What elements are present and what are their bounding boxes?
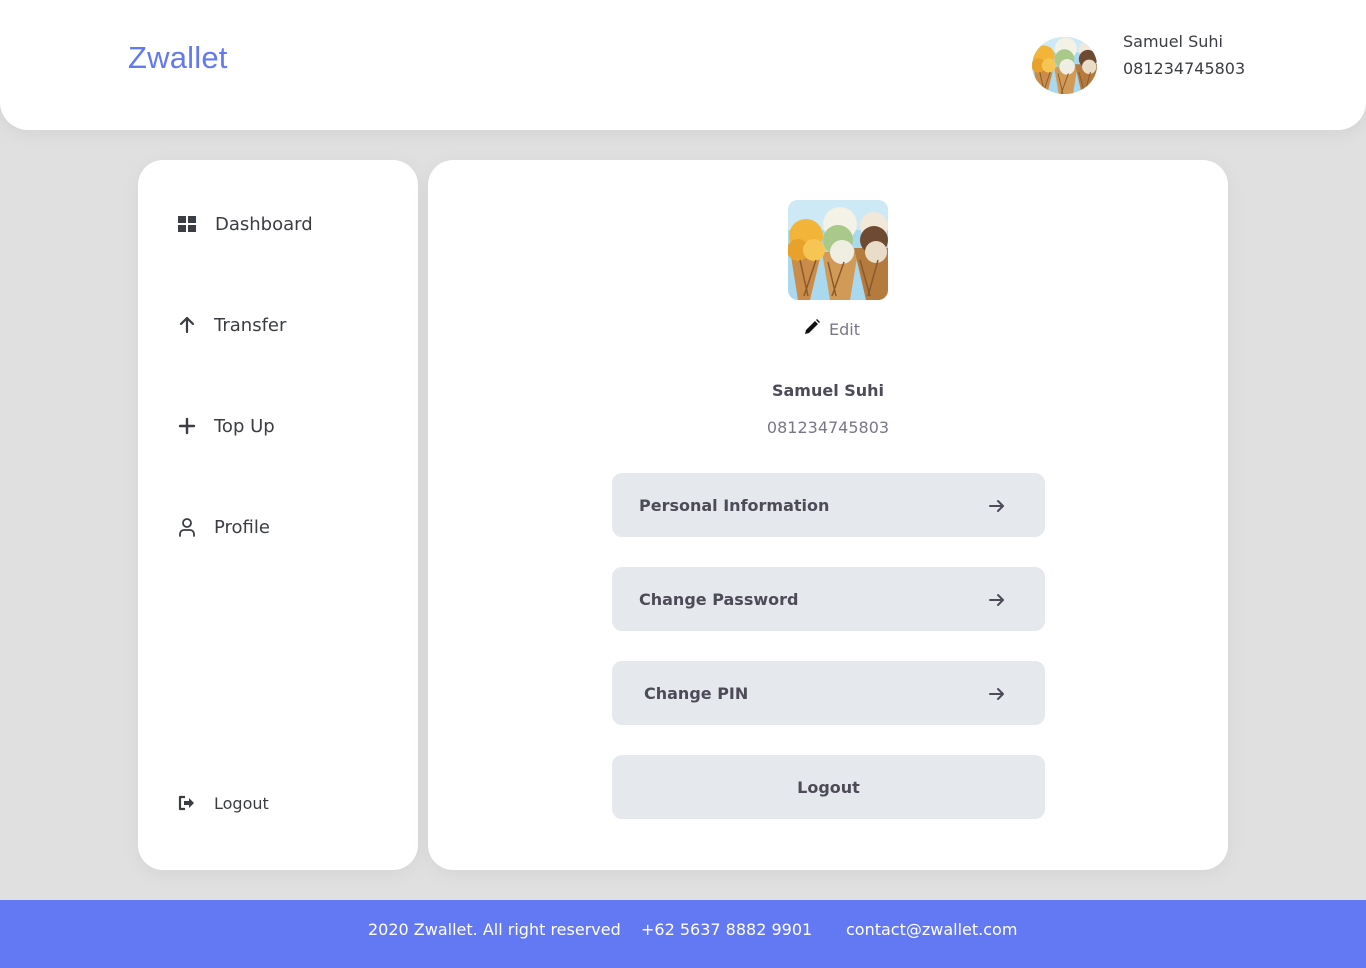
arrow-right-icon xyxy=(989,594,1004,606)
arrow-up-icon xyxy=(176,314,198,336)
button-label: Change Password xyxy=(639,589,799,609)
footer-email[interactable]: contact@zwallet.com xyxy=(846,920,1017,939)
sidebar-item-label: Logout xyxy=(214,793,269,813)
footer-phone: +62 5637 8882 9901 xyxy=(641,920,813,939)
pencil-icon xyxy=(803,318,821,340)
profile-picture xyxy=(788,200,888,300)
logout-button[interactable]: Logout xyxy=(612,755,1045,819)
change-password-button[interactable]: Change Password xyxy=(612,567,1045,631)
sidebar-item-label: Top Up xyxy=(214,415,275,437)
sidebar-item-label: Transfer xyxy=(214,314,287,336)
sidebar-item-label: Dashboard xyxy=(215,213,313,235)
sidebar-item-transfer[interactable]: Transfer xyxy=(176,314,286,336)
profile-phone: 081234745803 xyxy=(766,418,890,437)
sign-out-icon xyxy=(176,792,198,814)
footer: 2020 Zwallet. All right reserved +62 563… xyxy=(0,900,1366,968)
change-pin-button[interactable]: Change PIN xyxy=(612,661,1045,725)
edit-label: Edit xyxy=(829,319,860,339)
avatar[interactable] xyxy=(1032,37,1097,94)
sidebar-item-logout[interactable]: Logout xyxy=(176,792,269,814)
sidebar-item-profile[interactable]: Profile xyxy=(176,516,270,538)
top-header: Zwallet Samuel Suhi 081234745803 xyxy=(0,0,1366,130)
user-icon xyxy=(176,516,198,538)
brand-logo[interactable]: Zwallet xyxy=(128,40,228,76)
header-user-name: Samuel Suhi xyxy=(1123,32,1223,51)
grid-icon xyxy=(176,213,198,235)
arrow-right-icon xyxy=(989,688,1004,700)
sidebar-item-dashboard[interactable]: Dashboard xyxy=(176,213,313,235)
profile-panel: Edit Samuel Suhi 081234745803 Personal I… xyxy=(428,160,1228,870)
plus-icon xyxy=(176,415,198,437)
button-label: Logout xyxy=(797,777,860,797)
arrow-right-icon xyxy=(989,500,1004,512)
sidebar-item-top-up[interactable]: Top Up xyxy=(176,415,275,437)
footer-copyright: 2020 Zwallet. All right reserved xyxy=(368,920,621,939)
button-label: Change PIN xyxy=(644,683,749,703)
personal-information-button[interactable]: Personal Information xyxy=(612,473,1045,537)
header-user-phone: 081234745803 xyxy=(1123,59,1246,78)
profile-name: Samuel Suhi xyxy=(771,381,885,400)
button-label: Personal Information xyxy=(639,495,830,515)
sidebar: Dashboard Transfer Top Up Profile Logout xyxy=(138,160,418,870)
edit-profile-button[interactable]: Edit xyxy=(803,318,860,340)
sidebar-item-label: Profile xyxy=(214,516,270,538)
